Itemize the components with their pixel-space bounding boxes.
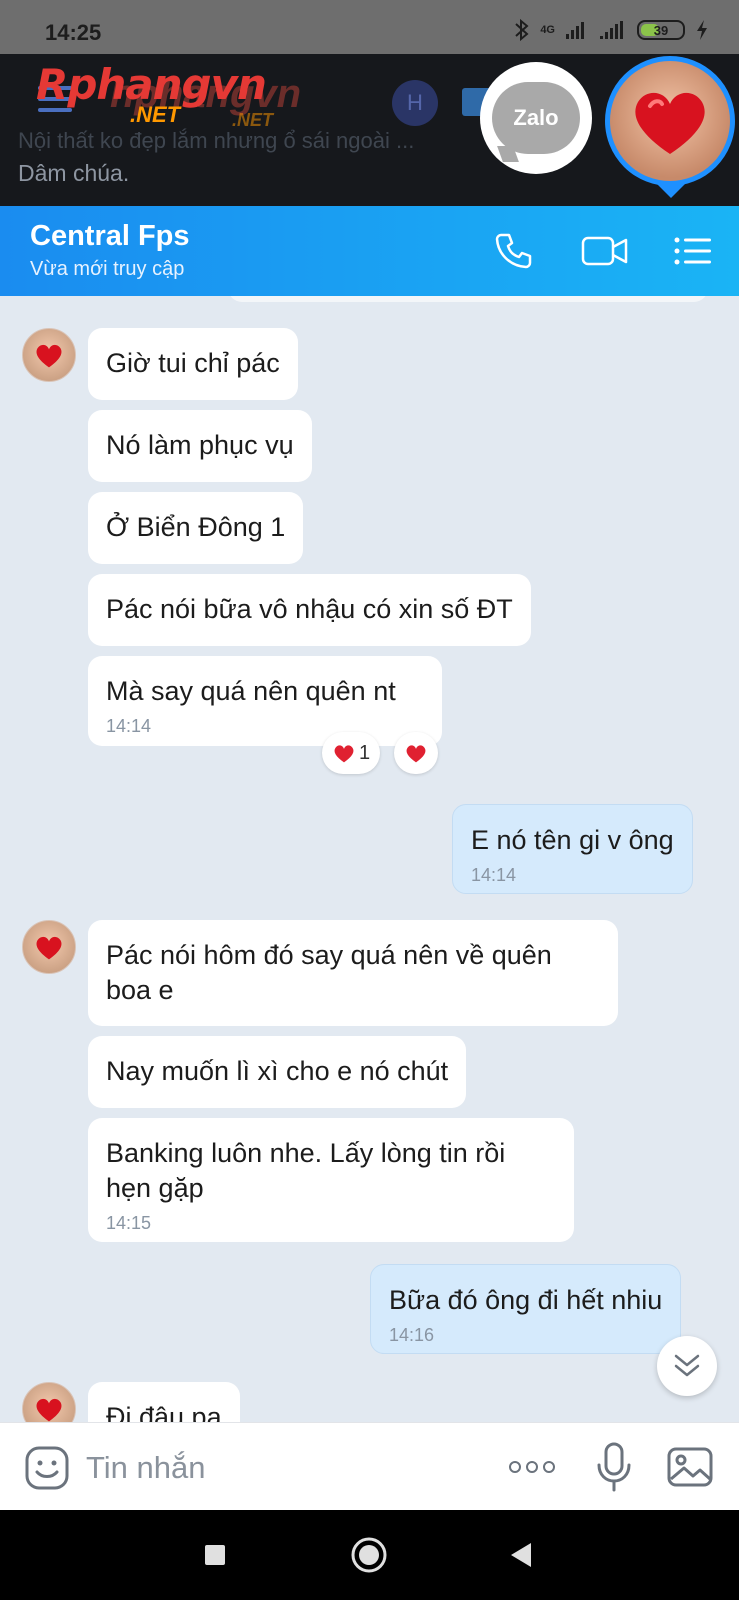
message-bubble-incoming[interactable]: Đi đâu pa	[88, 1382, 240, 1422]
site-logo-net: .NET	[130, 102, 181, 127]
message-composer: Tin nhắn	[0, 1422, 739, 1510]
more-options-button[interactable]	[506, 1449, 558, 1485]
message-bubble-outgoing[interactable]: Bữa đó ông đi hết nhiu 14:16	[370, 1264, 682, 1354]
message-bubble-incoming[interactable]: Banking luôn nhe. Lấy lòng tin rồi hẹn g…	[88, 1118, 574, 1242]
chat-head-avatar[interactable]	[605, 56, 735, 186]
voice-call-button[interactable]	[490, 228, 536, 274]
list-menu-icon	[674, 237, 711, 265]
chat-head-pointer	[657, 184, 685, 198]
scroll-to-bottom-button[interactable]	[657, 1336, 717, 1396]
previous-message-edge	[228, 296, 708, 302]
back-button[interactable]	[498, 1532, 544, 1578]
message-time: 14:16	[389, 1325, 435, 1345]
message-bubble-incoming[interactable]: Mà say quá nên quên nt 14:14	[88, 656, 442, 746]
voice-record-button[interactable]	[594, 1441, 634, 1493]
charging-icon	[697, 20, 707, 40]
heart-icon	[36, 1398, 62, 1422]
contact-status: Vừa mới truy cập	[30, 258, 185, 280]
signal-strength-icon	[566, 22, 584, 39]
message-bubble-incoming[interactable]: Ở Biển Đông 1	[88, 492, 304, 564]
sticker-face-icon	[25, 1446, 69, 1490]
sender-avatar[interactable]	[22, 920, 76, 974]
dot-icon	[509, 1461, 521, 1473]
reaction-summary[interactable]: 1	[322, 732, 380, 774]
dot-icon	[526, 1461, 538, 1473]
background-cut-line: Nội thất ko đẹp lắm nhưng ổ sái ngoài ..…	[18, 128, 415, 153]
triangle-back-icon	[511, 1543, 531, 1567]
message-bubble-incoming[interactable]: Giờ tui chỉ pác	[88, 328, 298, 400]
system-navigation-bar	[0, 1510, 739, 1600]
battery-level: 39	[653, 22, 669, 38]
message-time: 14:14	[471, 865, 517, 885]
sticker-button[interactable]	[24, 1445, 70, 1491]
dot-icon	[543, 1461, 555, 1473]
reaction-count: 1	[358, 741, 371, 764]
battery-icon: 39	[637, 20, 685, 40]
heart-icon	[36, 936, 62, 960]
message-bubble-outgoing[interactable]: E nó tên gi v ông 14:14	[452, 804, 693, 894]
message-bubble-incoming[interactable]: Nay muốn lì xì cho e nó chút	[88, 1036, 467, 1108]
sender-avatar[interactable]	[22, 1382, 76, 1422]
home-button[interactable]	[346, 1532, 392, 1578]
heart-icon	[36, 344, 62, 368]
status-time: 14:25	[45, 20, 102, 45]
message-bubble-incoming[interactable]: Pác nói hôm đó say quá nên về quên boa e	[88, 920, 618, 1026]
chat-options-button[interactable]	[670, 228, 716, 274]
image-icon	[667, 1447, 713, 1487]
circle-icon	[351, 1537, 387, 1573]
send-photo-button[interactable]	[666, 1443, 714, 1491]
message-time: 14:14	[106, 716, 152, 736]
square-icon	[205, 1545, 225, 1565]
status-icons: 4G 39	[514, 18, 709, 42]
signal-strength-icon-2	[600, 21, 623, 39]
recent-apps-button[interactable]	[192, 1532, 238, 1578]
message-time: 14:15	[106, 1213, 152, 1233]
bluetooth-icon	[515, 18, 529, 42]
chat-message-list[interactable]: Giờ tui chỉ pác Nó làm phục vụ Ở Biển Đô…	[0, 296, 739, 1422]
chat-header: Central Fps Vừa mới truy cập	[0, 206, 739, 296]
microphone-icon	[597, 1442, 631, 1492]
phone-icon	[495, 233, 532, 269]
message-bubble-incoming[interactable]: Pác nói bữa vô nhậu có xin số ĐT	[88, 574, 531, 646]
heart-in-hands-icon	[635, 92, 705, 154]
message-bubble-incoming[interactable]: Nó làm phục vụ	[88, 410, 312, 482]
video-camera-icon	[581, 236, 628, 266]
zalo-logo: Zalo	[492, 82, 580, 154]
message-input[interactable]: Tin nhắn	[86, 1447, 466, 1489]
double-chevron-down-icon	[674, 1354, 700, 1377]
contact-name[interactable]: Central Fps	[30, 220, 190, 253]
status-bar: 14:25 4G 39	[0, 0, 739, 54]
video-call-button[interactable]	[580, 228, 630, 274]
sender-avatar[interactable]	[22, 328, 76, 382]
background-text: Dâm chúa.	[18, 160, 130, 186]
heart-reaction-icon	[334, 745, 354, 763]
heart-reaction-icon	[406, 745, 426, 763]
background-avatar: H	[392, 80, 438, 126]
zalo-bubble-button[interactable]: Zalo	[480, 62, 592, 174]
network-type-icon: 4G	[540, 24, 555, 36]
add-reaction-button[interactable]	[394, 732, 438, 774]
